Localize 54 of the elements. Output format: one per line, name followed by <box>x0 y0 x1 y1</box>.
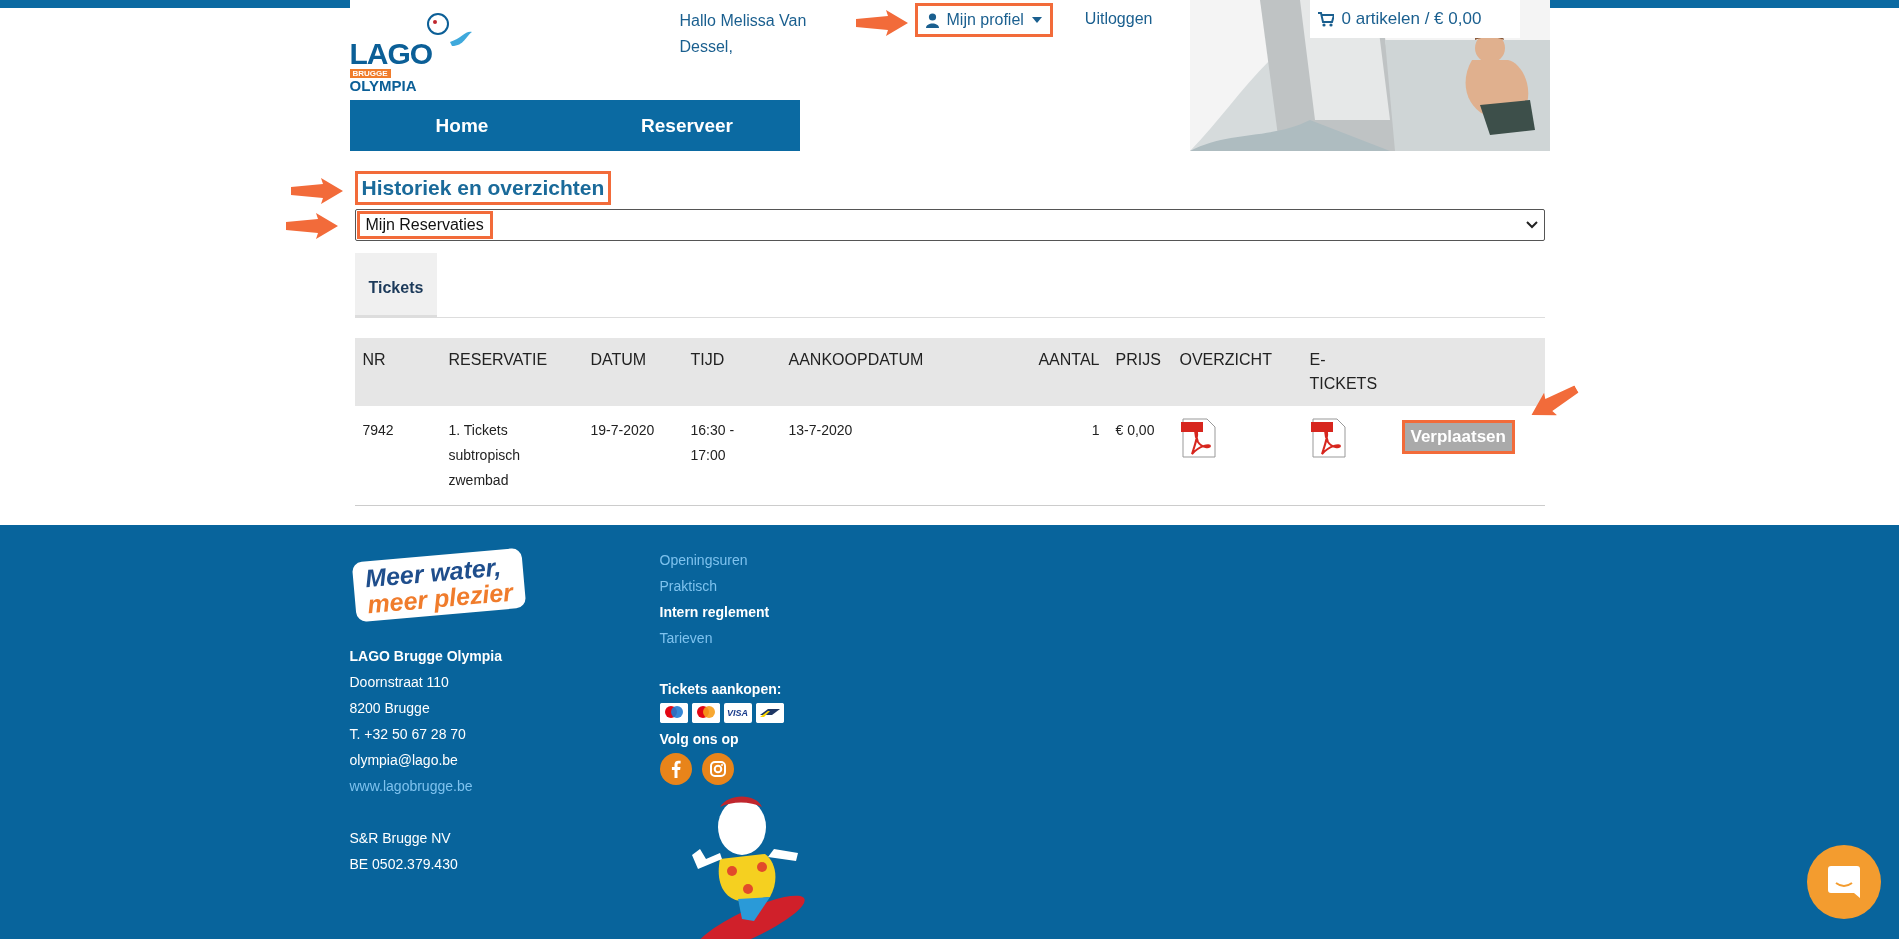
column-header: AANTAL <box>1005 338 1108 406</box>
company-line: S&R Brugge NV <box>349 829 452 848</box>
website-link[interactable]: www.lagobrugge.be <box>349 773 660 799</box>
pdf-icon[interactable] <box>1309 418 1348 458</box>
footer-link[interactable]: Praktisch <box>659 573 810 599</box>
footer-link[interactable]: Openingsuren <box>659 547 810 573</box>
facebook-icon[interactable] <box>659 753 692 785</box>
card-icon <box>659 703 688 723</box>
column-header: DATUM <box>582 338 683 406</box>
address-line: T. +32 50 67 28 70 <box>349 725 467 744</box>
pdf-icon[interactable] <box>1179 418 1218 458</box>
arrow-icon <box>285 213 338 239</box>
tab[interactable]: Tickets <box>354 253 438 317</box>
user-icon <box>925 12 939 28</box>
chevron-icon <box>1525 221 1538 229</box>
table-cell: 19-7-2020 <box>590 422 655 438</box>
footer-link[interactable]: Tarieven <box>659 625 810 651</box>
caret-icon <box>1031 17 1042 23</box>
tickets-heading: Tickets aankopen: <box>659 680 783 699</box>
company-line: BE 0502.379.430 <box>349 855 459 874</box>
table-cell: 16:30 - 17:00 <box>690 422 735 463</box>
column-header: E-TICKETS <box>1301 338 1394 406</box>
column-header: TIJD <box>682 338 781 406</box>
cart-icon <box>1317 11 1334 27</box>
column-header: AANKOOPDATUM <box>780 338 1006 406</box>
social-heading: Volg ons op <box>659 730 740 749</box>
nav-link[interactable]: Home <box>349 100 575 151</box>
table-cell: 7942 <box>362 422 394 438</box>
visa-card: VISA <box>723 703 752 723</box>
footer-link[interactable]: Intern reglement <box>659 599 810 625</box>
arrow-icon <box>290 178 343 204</box>
column-header: RESERVATIE <box>440 338 583 406</box>
table-cell: 1. Tickets subtropisch zwembad <box>448 422 521 488</box>
column-header: PRIJS <box>1107 338 1172 406</box>
card-icon <box>691 703 720 723</box>
column-header: NR <box>354 338 441 406</box>
cart-link[interactable]: 0 artikelen / € 0,00 <box>1309 0 1520 38</box>
logout-link[interactable]: Uitloggen <box>1084 10 1153 28</box>
chat-icon <box>1828 866 1860 898</box>
table-cell: € 0,00 <box>1115 422 1155 438</box>
card-icon <box>755 703 784 723</box>
column-header: OVERZICHT <box>1171 338 1302 406</box>
address-line: Doornstraat 110 <box>349 673 450 692</box>
camera-icon[interactable] <box>701 753 734 785</box>
greeting-text: Hallo Melissa Van Dessel, <box>679 11 808 57</box>
arrow-icon <box>855 10 908 36</box>
nav-link[interactable]: Reserveer <box>574 100 800 151</box>
address-line: olympia@lago.be <box>349 751 459 770</box>
table-cell: 13-7-2020 <box>788 422 853 438</box>
address-line: LAGO Brugge Olympia <box>349 647 503 666</box>
logo[interactable]: LAGO BRUGGE OLYMPIA <box>349 12 480 98</box>
slogan: Meer water, meer plezier <box>351 547 526 623</box>
address-line: 8200 Brugge <box>349 699 431 718</box>
table-cell: 1 <box>1091 422 1100 438</box>
